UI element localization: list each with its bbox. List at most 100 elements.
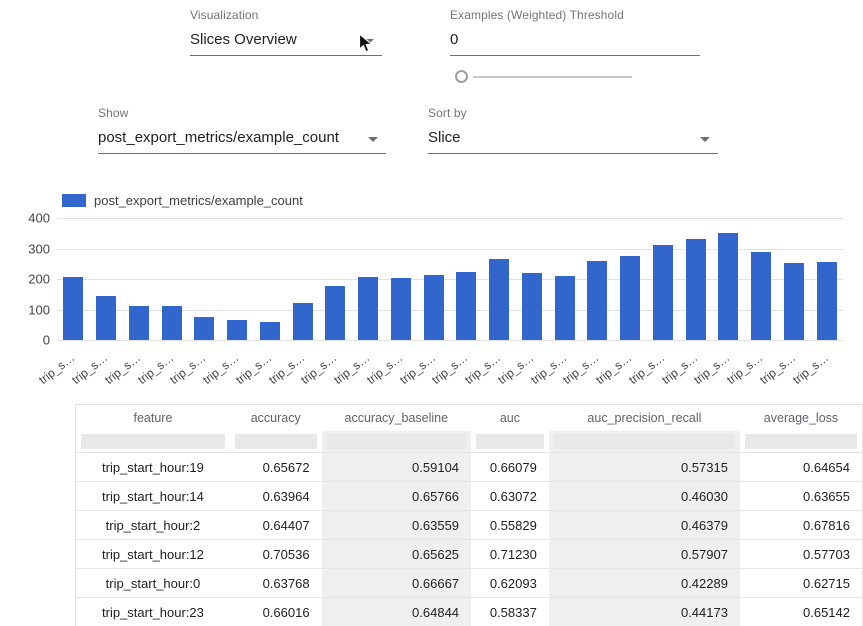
slider-knob[interactable]: [455, 70, 468, 83]
bar[interactable]: [522, 273, 542, 340]
bar[interactable]: [325, 286, 345, 340]
bar[interactable]: [456, 272, 476, 340]
chevron-down-icon[interactable]: [700, 137, 710, 142]
bar[interactable]: [653, 245, 673, 340]
bar[interactable]: [686, 239, 706, 340]
metric-cell: 0.57703: [740, 540, 863, 569]
metric-cell: 0.66079: [471, 453, 549, 482]
threshold-label: Examples (Weighted) Threshold: [450, 8, 700, 22]
bar[interactable]: [555, 276, 575, 340]
gridline: [57, 218, 843, 219]
metric-cell: 0.67816: [740, 511, 863, 540]
table-row[interactable]: trip_start_hour:190.656720.591040.660790…: [76, 453, 863, 482]
bar[interactable]: [784, 263, 804, 340]
column-header-feature[interactable]: feature: [76, 405, 230, 431]
bar[interactable]: [489, 259, 509, 340]
metric-cell: 0.63768: [230, 569, 322, 598]
legend-color-swatch: [62, 194, 86, 207]
column-header-average_loss[interactable]: average_loss: [740, 405, 863, 431]
bar[interactable]: [620, 256, 640, 340]
table-row[interactable]: trip_start_hour:140.639640.657660.630720…: [76, 482, 863, 511]
table-header-row: featureaccuracyaccuracy_baselineaucauc_p…: [76, 405, 863, 431]
table-row[interactable]: trip_start_hour:230.660160.648440.583370…: [76, 598, 863, 626]
metric-cell: 0.62715: [740, 569, 863, 598]
metric-cell: 0.64407: [230, 511, 322, 540]
metric-cell: 0.63964: [230, 482, 322, 511]
bar[interactable]: [718, 233, 738, 340]
feature-cell: trip_start_hour:12: [76, 540, 230, 569]
chevron-down-icon[interactable]: [368, 137, 378, 142]
metric-cell: 0.63072: [471, 482, 549, 511]
table-filter-row: [76, 431, 863, 453]
table-row[interactable]: trip_start_hour:20.644070.635590.558290.…: [76, 511, 863, 540]
column-header-accuracy[interactable]: accuracy: [230, 405, 322, 431]
bar[interactable]: [129, 306, 149, 340]
filter-cell: [230, 431, 322, 453]
column-header-auc[interactable]: auc: [471, 405, 549, 431]
filter-cell: [76, 431, 230, 453]
metric-cell: 0.63559: [322, 511, 471, 540]
metric-cell: 0.66667: [322, 569, 471, 598]
metric-cell: 0.66016: [230, 598, 322, 626]
visualization-control: Visualization Slices Overview: [190, 8, 382, 56]
filter-cell: [322, 431, 471, 453]
chart-plot-area: [57, 218, 843, 340]
metric-cell: 0.46379: [549, 511, 740, 540]
filter-input-feature[interactable]: [81, 434, 225, 449]
bar[interactable]: [293, 303, 313, 340]
metric-cell: 0.57315: [549, 453, 740, 482]
metric-cell: 0.58337: [471, 598, 549, 626]
column-header-auc_precision_recall[interactable]: auc_precision_recall: [549, 405, 740, 431]
bar[interactable]: [391, 278, 411, 340]
bar[interactable]: [358, 277, 378, 340]
bar[interactable]: [817, 262, 837, 340]
filter-cell: [549, 431, 740, 453]
metric-cell: 0.46030: [549, 482, 740, 511]
bar[interactable]: [424, 275, 444, 340]
bar[interactable]: [260, 322, 280, 340]
visualization-dropdown[interactable]: Slices Overview: [190, 31, 382, 56]
filter-input-accuracy[interactable]: [235, 434, 317, 449]
filter-input-average_loss[interactable]: [745, 434, 857, 449]
example-count-bar-chart: 0100200300400 trip_s…trip_s…trip_s…trip_…: [0, 210, 863, 404]
metric-cell: 0.62093: [471, 569, 549, 598]
sort-by-value: Slice: [428, 129, 461, 146]
show-dropdown[interactable]: post_export_metrics/example_count: [98, 129, 386, 154]
metric-cell: 0.65625: [322, 540, 471, 569]
chevron-down-icon[interactable]: [364, 39, 374, 44]
slider-track[interactable]: [473, 76, 632, 78]
legend-label: post_export_metrics/example_count: [94, 193, 303, 208]
filter-input-auc[interactable]: [476, 434, 544, 449]
table-row[interactable]: trip_start_hour:00.637680.666670.620930.…: [76, 569, 863, 598]
metric-cell: 0.59104: [322, 453, 471, 482]
bar[interactable]: [96, 296, 116, 340]
filter-cell: [740, 431, 863, 453]
metric-cell: 0.64654: [740, 453, 863, 482]
filter-input-auc_precision_recall[interactable]: [554, 434, 735, 449]
y-axis-tick-label: 300: [28, 241, 50, 256]
sort-by-dropdown[interactable]: Slice: [428, 129, 718, 154]
y-axis-tick-label: 200: [28, 272, 50, 287]
threshold-slider[interactable]: [455, 69, 633, 85]
bar[interactable]: [194, 317, 214, 340]
feature-cell: trip_start_hour:2: [76, 511, 230, 540]
bar[interactable]: [227, 320, 247, 340]
y-axis-tick-label: 400: [28, 211, 50, 226]
bar[interactable]: [63, 277, 83, 340]
metric-cell: 0.64844: [322, 598, 471, 626]
show-control: Show post_export_metrics/example_count: [98, 106, 386, 154]
metric-cell: 0.55829: [471, 511, 549, 540]
metric-cell: 0.42289: [549, 569, 740, 598]
sort-by-control: Sort by Slice: [428, 106, 718, 154]
feature-cell: trip_start_hour:14: [76, 482, 230, 511]
metric-cell: 0.70536: [230, 540, 322, 569]
column-header-accuracy_baseline[interactable]: accuracy_baseline: [322, 405, 471, 431]
filter-cell: [471, 431, 549, 453]
bar[interactable]: [587, 261, 607, 340]
table-row[interactable]: trip_start_hour:120.705360.656250.712300…: [76, 540, 863, 569]
bar[interactable]: [162, 306, 182, 340]
filter-input-accuracy_baseline[interactable]: [327, 434, 466, 449]
bar[interactable]: [751, 252, 771, 340]
show-value: post_export_metrics/example_count: [98, 129, 339, 146]
threshold-input[interactable]: 0: [450, 31, 700, 56]
